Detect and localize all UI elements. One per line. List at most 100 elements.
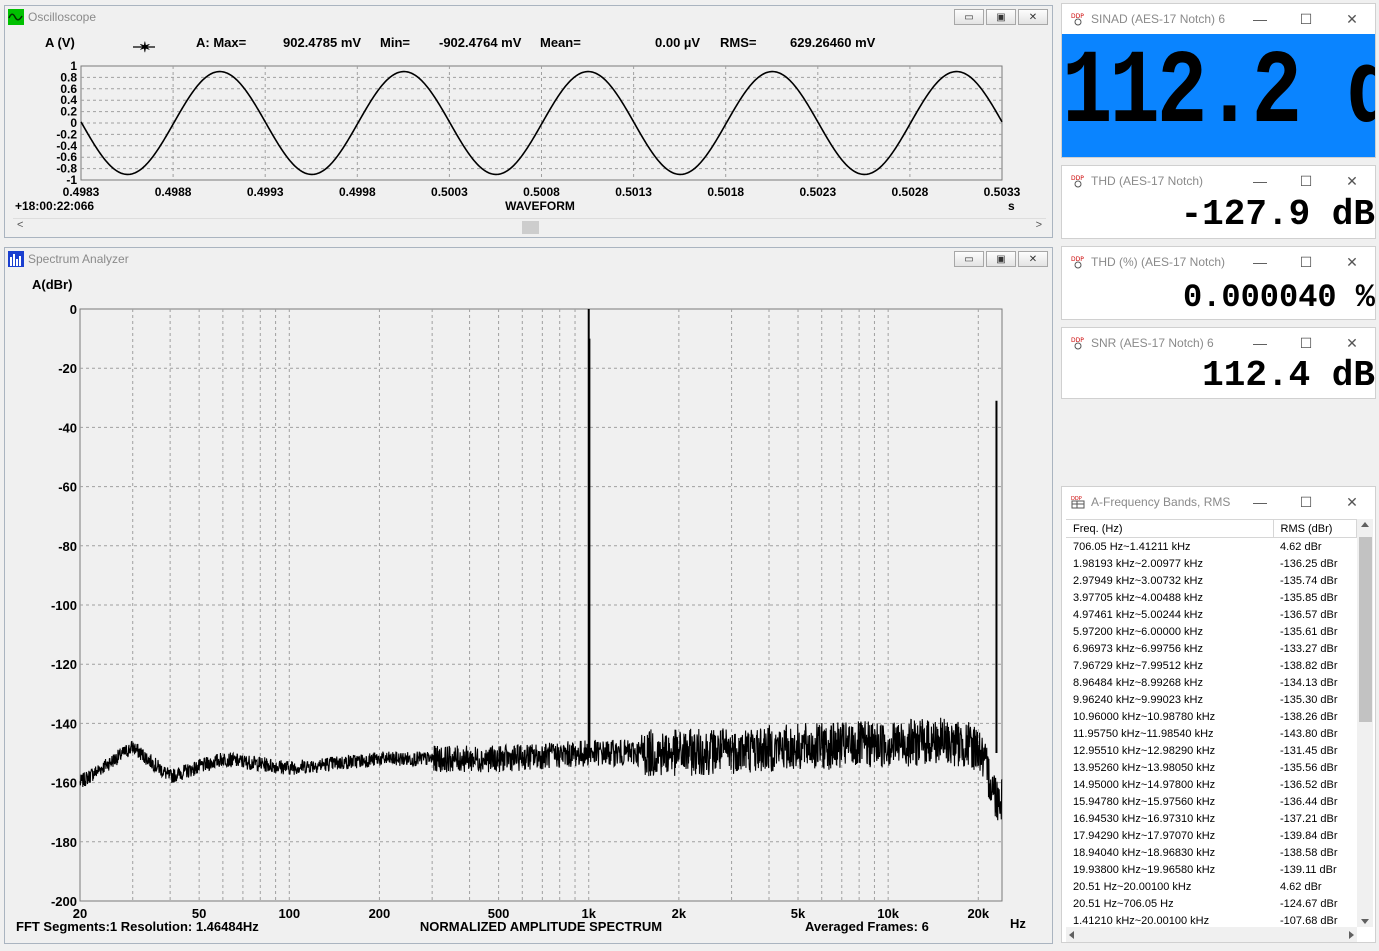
band-frequency-cell: 19.93800 kHz~19.96580 kHz	[1073, 863, 1216, 876]
scope-x-tick-label: 0.4988	[155, 185, 192, 199]
band-frequency-cell: 10.96000 kHz~10.98780 kHz	[1073, 710, 1216, 723]
table-row[interactable]: 19.93800 kHz~19.96580 kHz -139.11 dBr	[1066, 861, 1357, 878]
scroll-down-arrow-icon[interactable]	[1361, 919, 1369, 924]
maximize-button[interactable]: ☐	[1283, 487, 1329, 517]
table-row[interactable]: 17.94290 kHz~17.97070 kHz -139.84 dBr	[1066, 827, 1357, 844]
close-button[interactable]: ✕	[1329, 4, 1375, 34]
table-row[interactable]: 1.41210 kHz~20.00100 kHz -107.68 dBr	[1066, 912, 1357, 928]
close-button[interactable]: ✕	[1018, 251, 1048, 267]
table-row[interactable]: 13.95260 kHz~13.98050 kHz -135.56 dBr	[1066, 759, 1357, 776]
spectrum-titlebar[interactable]: Spectrum Analyzer	[5, 248, 1052, 270]
band-rms-cell: -139.84 dBr	[1280, 829, 1338, 842]
band-rms-cell: -137.21 dBr	[1280, 812, 1338, 825]
table-row[interactable]: 14.95000 kHz~14.97800 kHz -136.52 dBr	[1066, 776, 1357, 793]
scroll-up-arrow-icon[interactable]	[1361, 522, 1369, 527]
oscilloscope-title: Oscilloscope	[28, 10, 97, 24]
spectrum-y-tick-label: -120	[51, 657, 77, 672]
waveform-label: WAVEFORM	[505, 199, 575, 213]
table-row[interactable]: 2.97949 kHz~3.00732 kHz -135.74 dBr	[1066, 572, 1357, 589]
spectrum-analyzer-icon	[8, 251, 24, 267]
scope-x-tick-label: 0.5028	[892, 185, 929, 199]
table-row[interactable]: 10.96000 kHz~10.98780 kHz -138.26 dBr	[1066, 708, 1357, 725]
scope-x-tick-label: 0.5013	[615, 185, 652, 199]
table-row[interactable]: 20.51 Hz~706.05 Hz -124.67 dBr	[1066, 895, 1357, 912]
rms-value: 629.26460 mV	[790, 35, 876, 50]
maximize-button[interactable]: ☐	[1283, 247, 1329, 277]
table-icon: DDP	[1071, 496, 1085, 509]
meter-icon: DDP	[1071, 175, 1084, 188]
scroll-thumb[interactable]	[1359, 537, 1372, 722]
bands-horizontal-scrollbar[interactable]	[1066, 927, 1357, 942]
table-row[interactable]: 11.95750 kHz~11.98540 kHz -143.80 dBr	[1066, 725, 1357, 742]
table-row[interactable]: 18.94040 kHz~18.96830 kHz -138.58 dBr	[1066, 844, 1357, 861]
spectrum-y-axis-label: A(dBr)	[32, 277, 72, 292]
restore-button[interactable]: ▣	[986, 9, 1016, 25]
close-button[interactable]: ✕	[1329, 328, 1375, 358]
table-row[interactable]: 706.05 Hz~1.41211 kHz 4.62 dBr	[1066, 538, 1357, 556]
meter-title: THD (%) (AES-17 Notch)	[1091, 255, 1226, 269]
minimize-button[interactable]: —	[1237, 166, 1283, 196]
close-button[interactable]: ✕	[1329, 487, 1375, 517]
rms-column-header[interactable]: RMS (dBr)	[1273, 520, 1357, 538]
spectrum-y-tick-label: -100	[51, 598, 77, 613]
scope-x-tick-label: 0.5008	[523, 185, 560, 199]
averaged-frames-label: Averaged Frames: 6	[805, 919, 929, 934]
table-row[interactable]: 16.94530 kHz~16.97310 kHz -137.21 dBr	[1066, 810, 1357, 827]
scroll-right-arrow-icon[interactable]: >	[1036, 219, 1042, 231]
band-frequency-cell: 14.95000 kHz~14.97800 kHz	[1073, 778, 1216, 791]
band-rms-cell: -136.44 dBr	[1280, 795, 1338, 808]
minimize-button[interactable]: —	[1237, 487, 1283, 517]
meter-window-controls: — ☐ ✕	[1237, 166, 1375, 196]
table-row[interactable]: 7.96729 kHz~7.99512 kHz -138.82 dBr	[1066, 657, 1357, 674]
bands-vertical-scrollbar[interactable]	[1357, 519, 1373, 927]
sinad-value: 112.2 dB	[1062, 34, 1375, 154]
maximize-button[interactable]: ☐	[1283, 328, 1329, 358]
band-frequency-cell: 9.96240 kHz~9.99023 kHz	[1073, 693, 1203, 706]
meter-icon: DDP	[1071, 13, 1084, 26]
minimize-button[interactable]: ▭	[954, 251, 984, 267]
max-label: A: Max=	[196, 35, 247, 50]
scroll-left-arrow-icon[interactable]	[1069, 931, 1074, 939]
minimize-button[interactable]: —	[1237, 328, 1283, 358]
freq-column-header[interactable]: Freq. (Hz)	[1066, 520, 1274, 538]
timestamp-label: +18:00:22:066	[15, 199, 94, 213]
oscilloscope-titlebar[interactable]: Oscilloscope	[5, 6, 1052, 28]
bands-table-container: Freq. (Hz) RMS (dBr) 706.05 Hz~1.41211 k…	[1066, 519, 1357, 928]
table-row[interactable]: 1.98193 kHz~2.00977 kHz -136.25 dBr	[1066, 555, 1357, 572]
close-button[interactable]: ✕	[1329, 247, 1375, 277]
scope-x-tick-label: 0.4993	[247, 185, 284, 199]
max-value: 902.4785 mV	[283, 35, 361, 50]
band-frequency-cell: 5.97200 kHz~6.00000 kHz	[1073, 625, 1203, 638]
table-row[interactable]: 12.95510 kHz~12.98290 kHz -131.45 dBr	[1066, 742, 1357, 759]
scroll-thumb[interactable]	[522, 221, 539, 234]
close-button[interactable]: ✕	[1018, 9, 1048, 25]
scroll-right-arrow-icon[interactable]	[1349, 931, 1354, 939]
table-row[interactable]: 15.94780 kHz~15.97560 kHz -136.44 dBr	[1066, 793, 1357, 810]
table-row[interactable]: 8.96484 kHz~8.99268 kHz -134.13 dBr	[1066, 674, 1357, 691]
table-row[interactable]: 9.96240 kHz~9.99023 kHz -135.30 dBr	[1066, 691, 1357, 708]
band-rms-cell: -135.30 dBr	[1280, 693, 1338, 706]
oscilloscope-scrollbar[interactable]: < >	[13, 218, 1046, 235]
spectrum-title-label: NORMALIZED AMPLITUDE SPECTRUM	[420, 919, 662, 934]
table-row[interactable]: 4.97461 kHz~5.00244 kHz -136.57 dBr	[1066, 606, 1357, 623]
table-row[interactable]: 20.51 Hz~20.00100 kHz 4.62 dBr	[1066, 878, 1357, 895]
minimize-button[interactable]: —	[1237, 247, 1283, 277]
minimize-button[interactable]: —	[1237, 4, 1283, 34]
oscilloscope-plot[interactable]: A (V) ✶ A: Max= 902.4785 mV Min= -902.4764 mV…	[13, 33, 1046, 219]
spectrum-y-tick-label: -180	[51, 835, 77, 850]
table-row[interactable]: 5.97200 kHz~6.00000 kHz -135.61 dBr	[1066, 623, 1357, 640]
scroll-left-arrow-icon[interactable]: <	[17, 219, 23, 231]
mean-value: 0.00 µV	[655, 35, 700, 50]
close-button[interactable]: ✕	[1329, 166, 1375, 196]
spectrum-plot[interactable]: A(dBr)0-20-40-60-80-100-120-140-160-180-…	[13, 274, 1046, 938]
maximize-button[interactable]: ☐	[1283, 4, 1329, 34]
spectrum-x-tick-label: 5k	[791, 906, 806, 921]
minimize-button[interactable]: ▭	[954, 9, 984, 25]
table-row[interactable]: 6.96973 kHz~6.99756 kHz -133.27 dBr	[1066, 640, 1357, 657]
maximize-button[interactable]: ☐	[1283, 166, 1329, 196]
bands-window-controls: — ☐ ✕	[1237, 487, 1375, 517]
restore-button[interactable]: ▣	[986, 251, 1016, 267]
band-rms-cell: -134.13 dBr	[1280, 676, 1338, 689]
meter-window-controls: — ☐ ✕	[1237, 328, 1375, 358]
table-row[interactable]: 3.97705 kHz~4.00488 kHz -135.85 dBr	[1066, 589, 1357, 606]
